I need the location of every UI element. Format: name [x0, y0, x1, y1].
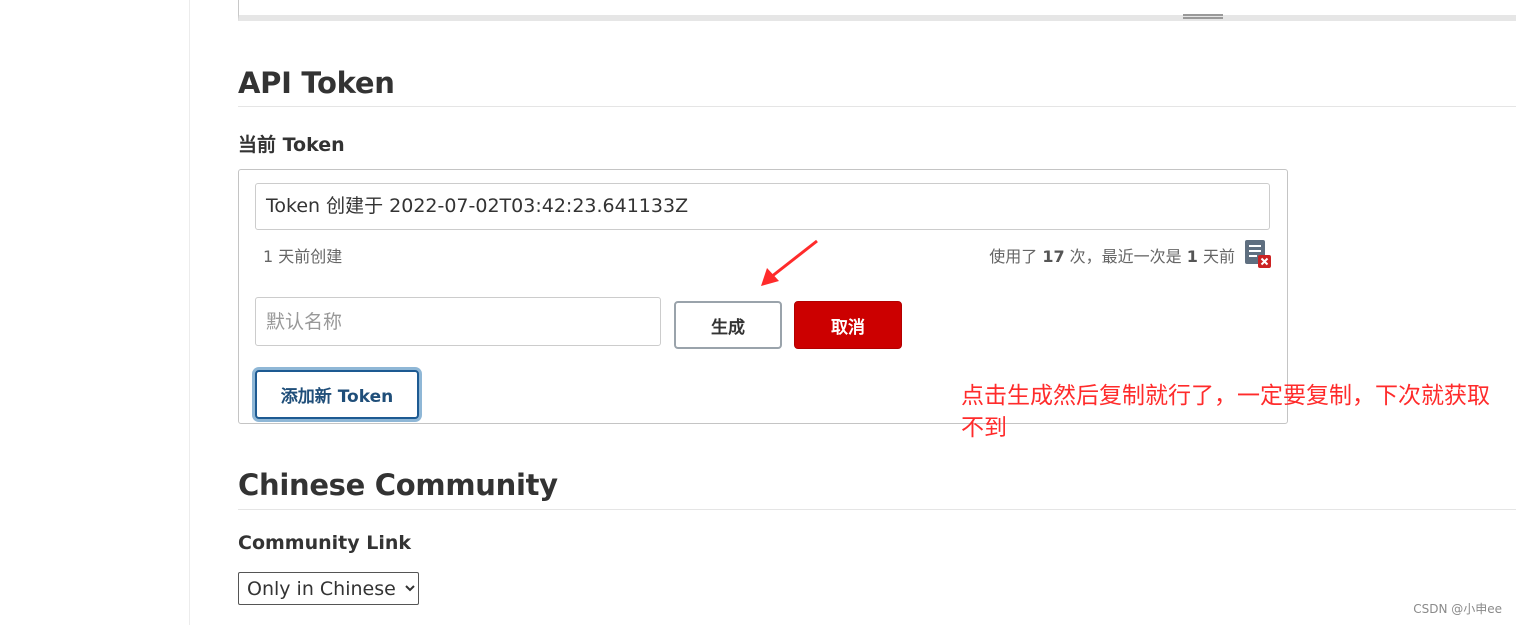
section-divider	[238, 106, 1516, 107]
token-usage-stats: 使用了 17 次，最近一次是 1 天前	[989, 243, 1235, 267]
annotation-note: 点击生成然后复制就行了，一定要复制，下次就获取不到	[961, 383, 1490, 441]
generate-button[interactable]: 生成	[674, 301, 782, 349]
token-name-input[interactable]	[255, 297, 661, 346]
document-revoke-icon[interactable]	[1244, 239, 1272, 269]
usage-count: 17	[1042, 247, 1065, 266]
section-divider	[238, 509, 1516, 510]
cancel-button[interactable]: 取消	[794, 301, 902, 349]
usage-suffix: 天前	[1197, 247, 1235, 266]
token-name-field[interactable]: Token 创建于 2022-07-02T03:42:23.641133Z	[255, 183, 1270, 230]
add-new-token-button[interactable]: 添加新 Token	[255, 370, 419, 419]
community-link-label: Community Link	[238, 532, 412, 554]
usage-mid: 次，最近一次是	[1064, 247, 1187, 266]
usage-last-used: 1	[1186, 247, 1198, 266]
previous-section-textarea[interactable]	[238, 0, 1516, 21]
csdn-watermark: CSDN @小申ee	[1413, 602, 1502, 616]
api-token-heading: API Token	[238, 66, 395, 100]
resize-grip-icon[interactable]	[1183, 17, 1223, 19]
community-link-select[interactable]: Only in Chinese	[238, 572, 419, 605]
token-created-ago: 1 天前创建	[263, 247, 343, 266]
current-token-label: 当前 Token	[238, 134, 345, 156]
annotation-arrow-icon	[761, 239, 818, 286]
usage-prefix: 使用了	[989, 247, 1043, 266]
chinese-community-heading: Chinese Community	[238, 468, 558, 502]
left-sidebar	[0, 0, 190, 625]
